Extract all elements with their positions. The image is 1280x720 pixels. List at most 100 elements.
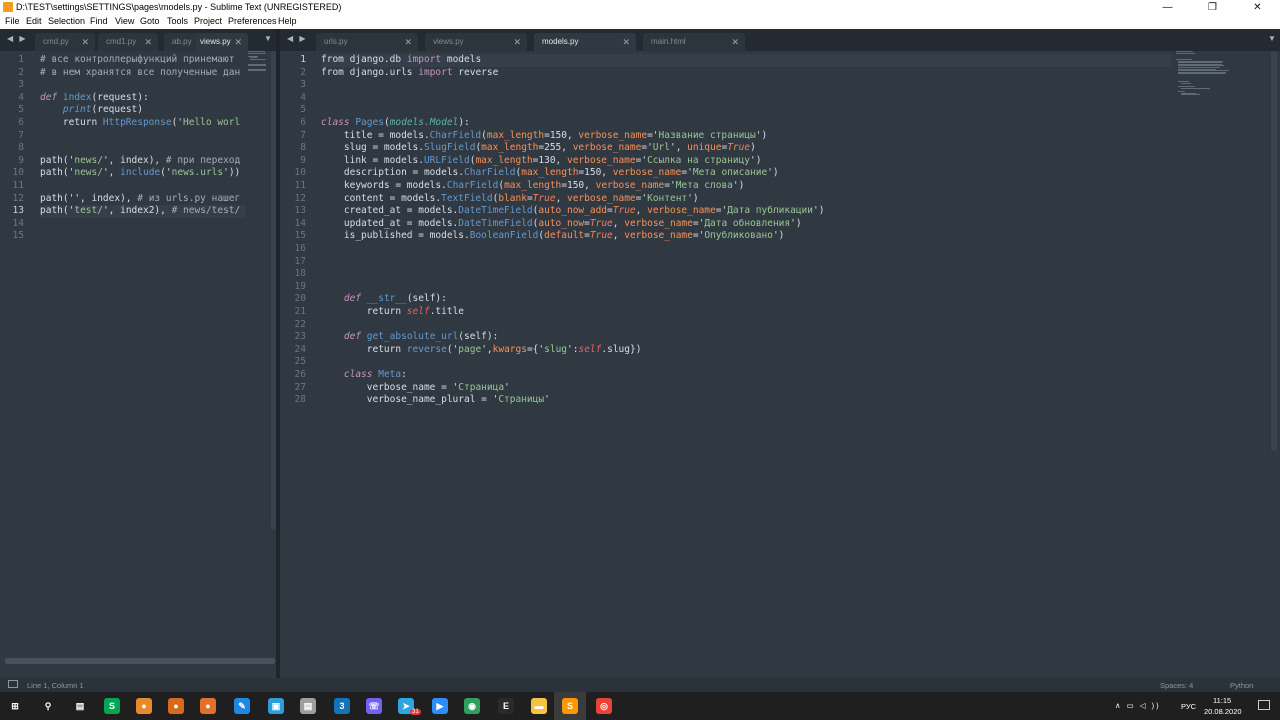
tab-cmd-py[interactable]: cmd.py ✕ <box>35 33 95 51</box>
right-tab-nav-arrows[interactable]: ◀ ▶ <box>287 34 308 43</box>
menu-help[interactable]: Help <box>278 16 297 26</box>
code-line[interactable]: def __str__(self): <box>321 293 447 306</box>
tab-dropdown-icon[interactable]: ▼ <box>264 34 272 43</box>
tab-main-html[interactable]: main.html ✕ <box>643 33 745 51</box>
tiger-app-2-icon[interactable]: ● <box>200 698 216 714</box>
code-token: # из urls.py нашег <box>137 192 241 204</box>
notifications-icon[interactable] <box>1258 700 1270 710</box>
code-line[interactable]: return self.title <box>321 306 464 319</box>
cat-app-icon[interactable]: ● <box>136 698 152 714</box>
code-line[interactable]: print(request) <box>40 104 143 117</box>
photo-app-icon[interactable]: ▣ <box>268 698 284 714</box>
tab-close-icon[interactable]: ✕ <box>404 33 412 51</box>
tab-models-py[interactable]: models.py ✕ <box>534 33 636 51</box>
menu-tools[interactable]: Tools <box>167 16 188 26</box>
tab-close-icon[interactable]: ✕ <box>731 33 739 51</box>
tab-urls-py[interactable]: urls.py ✕ <box>316 33 418 51</box>
code-line[interactable]: updated_at = models.DateTimeField(auto_n… <box>321 218 802 231</box>
code-line[interactable]: keywords = models.CharField(max_length=1… <box>321 180 744 193</box>
menu-file[interactable]: File <box>5 16 20 26</box>
code-line[interactable]: path('news/', index), # при переход <box>40 155 240 168</box>
code-line[interactable]: return reverse('page',kwargs={'slug':sel… <box>321 344 642 357</box>
menu-goto[interactable]: Goto <box>140 16 160 26</box>
tiger-app-icon[interactable]: ● <box>168 698 184 714</box>
code-line[interactable]: # в нем хранятся все полученные дан <box>40 67 240 80</box>
code-line[interactable]: path('test/', index2), # news/test/ <box>40 205 240 218</box>
zoom-icon[interactable]: ▶ <box>432 698 448 714</box>
code-line[interactable]: title = models.CharField(max_length=150,… <box>321 130 767 143</box>
code-line[interactable]: verbose_name_plural = 'Страницы' <box>321 394 550 407</box>
file-app-icon[interactable]: ▤ <box>300 698 316 714</box>
code-line[interactable]: is_published = models.BooleanField(defau… <box>321 230 785 243</box>
sublime-app-icon <box>3 2 13 12</box>
code-line[interactable]: verbose_name = 'Страница' <box>321 382 510 395</box>
tab-dropdown-icon[interactable]: ▼ <box>1268 34 1276 43</box>
left-tab-nav-arrows[interactable]: ◀ ▶ <box>7 34 28 43</box>
menu-find[interactable]: Find <box>90 16 108 26</box>
indentation-status[interactable]: Spaces: 4 <box>1160 681 1193 690</box>
tab-close-icon[interactable]: ✕ <box>234 33 242 51</box>
menu-preferences[interactable]: Preferences <box>228 16 277 26</box>
folder-icon[interactable]: ▬ <box>531 698 547 714</box>
right-vertical-scrollbar[interactable] <box>1271 51 1277 451</box>
right-minimap[interactable] <box>1176 51 1236 96</box>
code-line[interactable]: class Pages(models.Model): <box>321 117 470 130</box>
tab-close-icon[interactable]: ✕ <box>622 33 630 51</box>
chrome-icon[interactable]: ◎ <box>596 698 612 714</box>
panel-toggle-icon[interactable] <box>8 680 18 688</box>
system-tray-icons[interactable]: ∧ ▭ ◁ )) <box>1115 701 1161 710</box>
left-minimap[interactable] <box>248 51 270 81</box>
code-token: index <box>62 91 92 103</box>
code-line[interactable]: def get_absolute_url(self): <box>321 331 498 344</box>
task-view-icon[interactable]: ▤ <box>72 698 88 714</box>
css3-icon[interactable]: 3 <box>334 698 350 714</box>
code-line[interactable]: content = models.TextField(blank=True, v… <box>321 193 699 206</box>
left-code-area[interactable]: # все контроллерыфункций принемают # в не… <box>40 51 246 251</box>
right-editor-pane[interactable]: 1 2 3 4 5 6 7 8 9 10 11 12 13 14 15 16 17 18 19 20 21 22 23 24 2… <box>280 51 1280 678</box>
start-icon[interactable]: ⊞ <box>7 698 23 714</box>
code-line[interactable]: def index(request): <box>40 92 149 105</box>
tab-close-icon[interactable]: ✕ <box>144 33 152 51</box>
menu-selection[interactable]: Selection <box>48 16 85 26</box>
tab-cmd1-py[interactable]: cmd1.py ✕ <box>98 33 158 51</box>
code-line[interactable]: class Meta: <box>321 369 407 382</box>
clock-date[interactable]: 20.08.2020 <box>1204 707 1242 716</box>
code-token: =' <box>715 205 728 217</box>
menu-project[interactable]: Project <box>194 16 222 26</box>
syntax-status[interactable]: Python <box>1230 681 1253 690</box>
line-number: 21 <box>294 306 306 317</box>
left-horizontal-scrollbar[interactable] <box>5 658 275 664</box>
code-line[interactable]: path('', index), # из urls.py нашег <box>40 193 240 206</box>
search-icon[interactable]: ⚲ <box>40 698 56 714</box>
code-line[interactable]: created_at = models.DateTimeField(auto_n… <box>321 205 825 218</box>
code-token: DateTimeField <box>458 205 533 217</box>
code-line[interactable]: return HttpResponse('Hello worl <box>40 117 240 130</box>
tab-close-icon[interactable]: ✕ <box>513 33 521 51</box>
language-indicator[interactable]: РУС <box>1181 702 1196 711</box>
terminal-icon[interactable]: E <box>498 698 514 714</box>
left-editor-pane[interactable]: 1 2 3 4 5 6 7 8 9 10 11 12 13 14 15 # все контроллерыф… <box>0 51 276 678</box>
right-code-area[interactable]: from django.db import models from django.… <box>321 51 1171 431</box>
code-token: is_published = models. <box>321 230 470 242</box>
code-line[interactable]: from django.urls import reverse <box>321 67 498 80</box>
restore-button[interactable]: ❐ <box>1190 0 1235 15</box>
tab-close-icon[interactable]: ✕ <box>81 33 89 51</box>
minimize-button[interactable]: — <box>1145 0 1190 15</box>
code-line[interactable]: # все контроллерыфункций принемают <box>40 54 234 67</box>
clock-time[interactable]: 11:15 <box>1213 696 1231 705</box>
tab-views-py[interactable]: views.py ✕ <box>425 33 527 51</box>
tab-views-py-left[interactable]: views.py ✕ <box>196 33 248 51</box>
code-line[interactable]: link = models.URLField(max_length=130, v… <box>321 155 762 168</box>
menu-view[interactable]: View <box>115 16 134 26</box>
code-line[interactable]: from django.db import models <box>321 54 481 67</box>
code-line[interactable]: path('news/', include('news.urls')) <box>40 167 240 180</box>
viber-icon[interactable]: ☏ <box>366 698 382 714</box>
skype-icon[interactable]: S <box>104 698 120 714</box>
pen-app-icon[interactable]: ✎ <box>234 698 250 714</box>
sublime-text-icon[interactable]: S <box>562 698 578 714</box>
code-line[interactable]: description = models.CharField(max_lengt… <box>321 167 779 180</box>
menu-edit[interactable]: Edit <box>26 16 42 26</box>
green-app-icon[interactable]: ◉ <box>464 698 480 714</box>
code-line[interactable]: slug = models.SlugField(max_length=255, … <box>321 142 756 155</box>
close-button[interactable]: ✕ <box>1235 0 1280 15</box>
